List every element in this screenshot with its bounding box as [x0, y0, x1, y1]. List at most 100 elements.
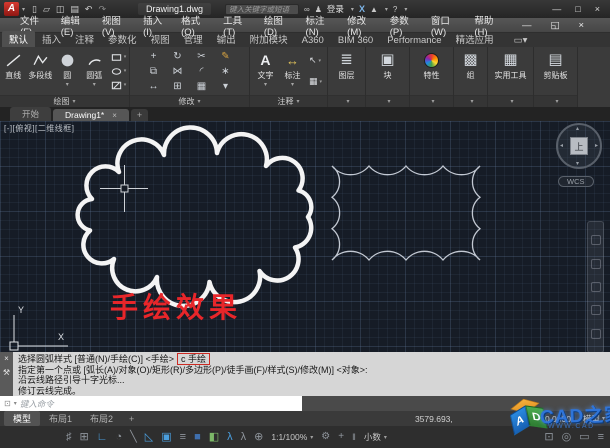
annotation-scale-control[interactable]: 1:1/100%	[271, 432, 313, 442]
tab-addins[interactable]: 附加模块	[243, 31, 295, 47]
showmotion-icon[interactable]	[591, 329, 601, 339]
panel-label-utilities[interactable]	[488, 95, 533, 107]
snap-mode-icon[interactable]: ⊞	[80, 432, 89, 443]
viewcube-top-face[interactable]: 上	[570, 137, 588, 155]
minimize-button[interactable]: —	[552, 4, 561, 14]
polyline-button[interactable]: 多段线	[27, 47, 54, 95]
layout-tab-layout1[interactable]: 布局1	[40, 411, 81, 426]
arc-button[interactable]: 圆弧 ▾	[81, 47, 108, 95]
customize-wrench-icon[interactable]: ⚒	[3, 368, 10, 379]
tab-bim360[interactable]: BIM 360	[331, 34, 380, 47]
new-layout-button[interactable]: +	[122, 414, 141, 424]
command-history[interactable]: × ⚒ 选择圆弧样式 [普通(N)/手绘(C)] <手绘>c 手绘 指定第一个点…	[0, 352, 610, 396]
line-button[interactable]: 直线	[0, 47, 27, 95]
hatch-button[interactable]	[111, 80, 127, 91]
ortho-mode-icon[interactable]: ∟	[97, 432, 108, 443]
tab-manage[interactable]: 管理	[177, 31, 210, 47]
isometric-drafting-icon[interactable]: ╲	[130, 432, 137, 443]
selection-cycling-icon[interactable]: ◧	[209, 432, 219, 443]
explode-icon[interactable]: ∗	[221, 66, 229, 77]
annotation-autoscale-icon[interactable]: λ	[241, 432, 247, 443]
rotate-icon[interactable]: ↻	[173, 51, 181, 62]
maximize-button[interactable]: □	[575, 4, 580, 14]
object-snap-icon[interactable]: ▣	[161, 432, 171, 443]
text-button[interactable]: A 文字 ▾	[252, 47, 279, 95]
freehand-revision-cloud[interactable]	[78, 127, 312, 305]
scale-icon[interactable]: ⊞	[173, 81, 181, 92]
table-button[interactable]: ▦	[309, 76, 322, 87]
erase-icon[interactable]: ✎	[221, 51, 229, 62]
ribbon-collapse-icon[interactable]: ▭▾	[507, 34, 535, 47]
wcs-selector[interactable]: WCS	[558, 176, 594, 187]
annotation-monitor-icon[interactable]: ⊕	[254, 432, 263, 443]
viewcube-south-arrow-icon[interactable]: ▾	[576, 160, 579, 167]
doc-minimize-button[interactable]: —	[516, 20, 538, 31]
layout-tab-layout2[interactable]: 布局2	[81, 411, 122, 426]
panel-label-annotate[interactable]: 注释	[250, 95, 327, 107]
command-options-icon[interactable]: ⊡	[4, 399, 11, 408]
rectangle-button[interactable]	[111, 52, 127, 63]
groups-button[interactable]: ▩ 组	[457, 47, 484, 95]
command-input[interactable]	[20, 399, 298, 409]
leader-button[interactable]: ↖	[309, 55, 322, 66]
fillet-icon[interactable]: ◜	[200, 66, 204, 77]
copy-icon[interactable]: ⧉	[150, 66, 157, 77]
stretch-icon[interactable]: ↔	[149, 81, 159, 92]
drawing-canvas[interactable]: [-][俯视][二维线框] Y X 手绘效果 ▴ ▾	[0, 121, 610, 352]
workspace-gear-icon[interactable]: ⚙	[321, 432, 330, 442]
clipboard-button[interactable]: ▤ 剪贴板	[542, 47, 569, 95]
model-space-toggle[interactable]: 模型▾	[583, 413, 605, 425]
hardware-acceleration-icon[interactable]: ⊡	[544, 432, 553, 443]
units-control[interactable]: 小数	[364, 431, 387, 443]
utilities-button[interactable]: ▦ 实用工具	[495, 47, 527, 95]
modify-more-icon[interactable]: ▾	[223, 81, 228, 92]
fullnav-wheel-icon[interactable]	[591, 235, 601, 245]
ucs-icon[interactable]: Y X	[10, 305, 68, 350]
zoom-icon[interactable]	[591, 282, 601, 292]
annotation-add-icon[interactable]: +	[338, 432, 344, 442]
tab-performance[interactable]: Performance	[380, 34, 448, 47]
tab-a360[interactable]: A360	[295, 34, 331, 47]
doc-restore-button[interactable]: ◱	[544, 20, 565, 31]
close-tab-icon[interactable]: ×	[112, 111, 117, 120]
customization-icon[interactable]: ≡	[598, 432, 604, 443]
tab-parametric[interactable]: 参数化	[101, 31, 144, 47]
transparency-icon[interactable]: ■	[194, 432, 201, 443]
block-button[interactable]: ▣ 块	[374, 47, 401, 95]
tab-annotate[interactable]: 注释	[68, 31, 101, 47]
tab-view[interactable]: 视图	[144, 31, 177, 47]
panel-label-modify[interactable]: 修改	[130, 95, 249, 107]
layout-tab-model[interactable]: 模型	[4, 411, 40, 426]
orbit-icon[interactable]	[591, 305, 601, 315]
infer-constraints-icon[interactable]: ♯	[66, 432, 72, 443]
close-command-icon[interactable]: ×	[4, 354, 9, 365]
pan-icon[interactable]	[591, 259, 601, 269]
circle-button[interactable]: 圆 ▾	[54, 47, 81, 95]
array-icon[interactable]: ▦	[197, 81, 206, 92]
command-input-box[interactable]: ⊡ ▾	[0, 396, 302, 411]
viewcube-west-arrow-icon[interactable]: ◂	[560, 142, 563, 149]
viewcube[interactable]: ▴ ▾ ◂ ▸ 上	[556, 123, 602, 169]
tab-insert[interactable]: 插入	[35, 31, 68, 47]
tab-home[interactable]: 默认	[2, 31, 35, 47]
new-drawing-tab-button[interactable]: +	[131, 109, 148, 121]
tab-output[interactable]: 输出	[210, 31, 243, 47]
file-tab-start[interactable]: 开始	[10, 107, 51, 121]
tab-featured-apps[interactable]: 精选应用	[449, 31, 501, 47]
polar-tracking-icon[interactable]: ◔	[116, 432, 123, 443]
doc-close-button[interactable]: ×	[572, 20, 590, 31]
panel-label-draw[interactable]: 绘图	[0, 95, 129, 107]
close-button[interactable]: ×	[595, 4, 600, 14]
panel-label-groups[interactable]	[454, 95, 487, 107]
panel-label-properties[interactable]	[410, 95, 453, 107]
panel-label-layers[interactable]	[328, 95, 365, 107]
ellipse-button[interactable]	[111, 66, 127, 77]
clean-screen-icon[interactable]: ▭	[579, 432, 589, 443]
layers-button[interactable]: ≣ 图层	[333, 47, 360, 95]
trim-icon[interactable]: ✂	[197, 51, 205, 62]
viewcube-east-arrow-icon[interactable]: ▸	[595, 142, 598, 149]
move-icon[interactable]: +	[151, 51, 157, 62]
viewcube-north-arrow-icon[interactable]: ▴	[576, 125, 579, 132]
panel-label-block[interactable]	[366, 95, 409, 107]
osnap-tracking-icon[interactable]: ◺	[145, 432, 153, 443]
